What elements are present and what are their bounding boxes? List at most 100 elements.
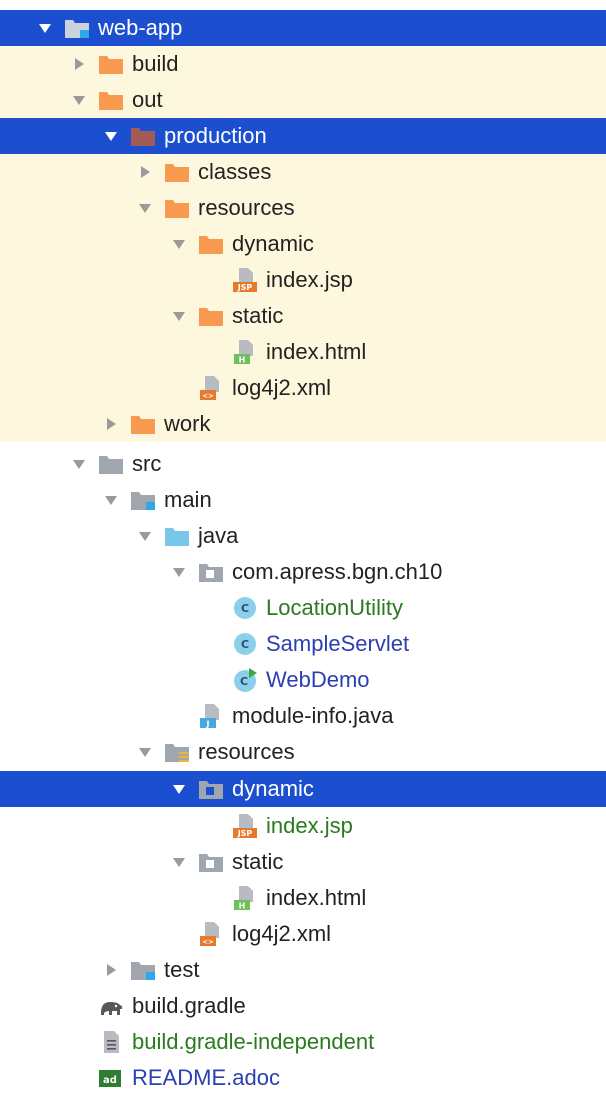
folder-orange-icon	[164, 159, 190, 185]
html-file-icon: H	[232, 885, 258, 911]
tree-item-label: out	[132, 87, 163, 112]
source-root-folder-icon	[130, 957, 156, 983]
svg-text:C: C	[240, 675, 248, 688]
jsp-file-icon: JSP	[232, 267, 258, 293]
tree-row-out[interactable]: out	[0, 82, 606, 118]
svg-text:C: C	[241, 638, 249, 651]
folder-blue-icon	[164, 523, 190, 549]
tree-item-label: LocationUtility	[266, 595, 403, 620]
tree-row-location-utility[interactable]: C LocationUtility	[0, 590, 606, 626]
tree-row-web-demo[interactable]: C WebDemo	[0, 662, 606, 698]
class-icon: C	[232, 631, 258, 657]
tree-row-log4j2-xml-src[interactable]: <> log4j2.xml	[0, 916, 606, 952]
tree-item-label: classes	[198, 159, 272, 184]
chevron-down-icon[interactable]	[172, 237, 186, 251]
chevron-right-icon[interactable]	[72, 57, 86, 71]
source-root-folder-icon	[130, 487, 156, 513]
tree-item-label: SampleServlet	[266, 631, 410, 656]
tree-item-label: resources	[198, 195, 295, 220]
svg-text:JSP: JSP	[237, 283, 253, 292]
chevron-right-icon[interactable]	[104, 417, 118, 431]
package-icon	[198, 559, 224, 585]
svg-text:H: H	[239, 356, 246, 365]
tree-row-sample-servlet[interactable]: C SampleServlet	[0, 626, 606, 662]
tree-item-label: static	[232, 849, 284, 874]
chevron-down-icon[interactable]	[172, 565, 186, 579]
tree-item-label: test	[164, 957, 200, 982]
tree-item-label: production	[164, 123, 267, 148]
tree-item-label: README.adoc	[132, 1065, 280, 1090]
module-folder-icon	[64, 15, 90, 41]
tree-item-label: index.jsp	[266, 267, 353, 292]
tree-row-build[interactable]: build	[0, 46, 606, 82]
chevron-down-icon[interactable]	[172, 782, 186, 796]
svg-text:J: J	[206, 720, 210, 729]
tree-row-log4j2-xml[interactable]: <> log4j2.xml	[0, 370, 606, 406]
tree-row-dynamic[interactable]: dynamic	[0, 226, 606, 262]
tree-row-index-html-src[interactable]: H index.html	[0, 880, 606, 916]
resources-folder-icon	[164, 739, 190, 765]
tree-row-test[interactable]: test	[0, 952, 606, 988]
tree-row-index-jsp[interactable]: JSP index.jsp	[0, 262, 606, 298]
folder-orange-icon	[98, 51, 124, 77]
tree-item-label: WebDemo	[266, 667, 370, 692]
tree-row-build-gradle[interactable]: build.gradle	[0, 988, 606, 1024]
tree-item-label: build	[132, 51, 179, 76]
tree-row-index-html[interactable]: H index.html	[0, 334, 606, 370]
tree-item-label: src	[132, 451, 162, 476]
tree-item-label: work	[164, 411, 211, 436]
tree-row-package[interactable]: com.apress.bgn.ch10	[0, 554, 606, 590]
chevron-down-icon[interactable]	[172, 309, 186, 323]
runnable-class-icon: C	[232, 667, 258, 693]
chevron-right-icon[interactable]	[138, 165, 152, 179]
folder-orange-icon	[198, 303, 224, 329]
html-file-icon: H	[232, 339, 258, 365]
tree-row-classes[interactable]: classes	[0, 154, 606, 190]
asciidoc-file-icon: ad	[98, 1065, 124, 1091]
tree-row-dynamic-src[interactable]: dynamic	[0, 771, 606, 807]
tree-item-label: index.jsp	[266, 813, 353, 838]
chevron-down-icon[interactable]	[72, 93, 86, 107]
svg-text:C: C	[241, 602, 249, 615]
tree-row-work[interactable]: work	[0, 406, 606, 442]
chevron-down-icon[interactable]	[38, 21, 52, 35]
class-icon: C	[232, 595, 258, 621]
tree-item-label: index.html	[266, 885, 367, 910]
tree-row-static[interactable]: static	[0, 298, 606, 334]
tree-item-label: static	[232, 303, 284, 328]
tree-row-resources-src[interactable]: resources	[0, 734, 606, 770]
tree-item-label: main	[164, 487, 212, 512]
java-file-icon: J	[198, 703, 224, 729]
svg-text:ad: ad	[103, 1075, 117, 1086]
chevron-down-icon[interactable]	[138, 745, 152, 759]
tree-row-static-src[interactable]: static	[0, 844, 606, 880]
tree-row-web-app[interactable]: web-app	[0, 10, 606, 46]
package-icon	[198, 776, 224, 802]
chevron-down-icon[interactable]	[138, 201, 152, 215]
tree-row-module-info[interactable]: J module-info.java	[0, 698, 606, 734]
folder-orange-icon	[198, 231, 224, 257]
package-icon	[198, 849, 224, 875]
tree-item-label: index.html	[266, 339, 367, 364]
folder-orange-icon	[130, 123, 156, 149]
chevron-down-icon[interactable]	[104, 493, 118, 507]
chevron-right-icon[interactable]	[104, 963, 118, 977]
tree-row-build-gradle-independent[interactable]: build.gradle-independent	[0, 1024, 606, 1060]
tree-row-resources[interactable]: resources	[0, 190, 606, 226]
chevron-down-icon[interactable]	[172, 855, 186, 869]
tree-row-java[interactable]: java	[0, 518, 606, 554]
tree-row-src[interactable]: src	[0, 446, 606, 482]
svg-text:JSP: JSP	[237, 829, 253, 838]
chevron-down-icon[interactable]	[104, 129, 118, 143]
tree-item-label: log4j2.xml	[232, 921, 332, 946]
svg-text:<>: <>	[202, 938, 214, 946]
chevron-down-icon[interactable]	[138, 529, 152, 543]
tree-row-main[interactable]: main	[0, 482, 606, 518]
tree-row-index-jsp-src[interactable]: JSP index.jsp	[0, 808, 606, 844]
text-file-icon	[98, 1029, 124, 1055]
folder-orange-icon	[130, 411, 156, 437]
svg-text:<>: <>	[202, 392, 214, 400]
project-tree: web-app build out production classes res…	[0, 0, 606, 1091]
tree-row-production[interactable]: production	[0, 118, 606, 154]
chevron-down-icon[interactable]	[72, 457, 86, 471]
